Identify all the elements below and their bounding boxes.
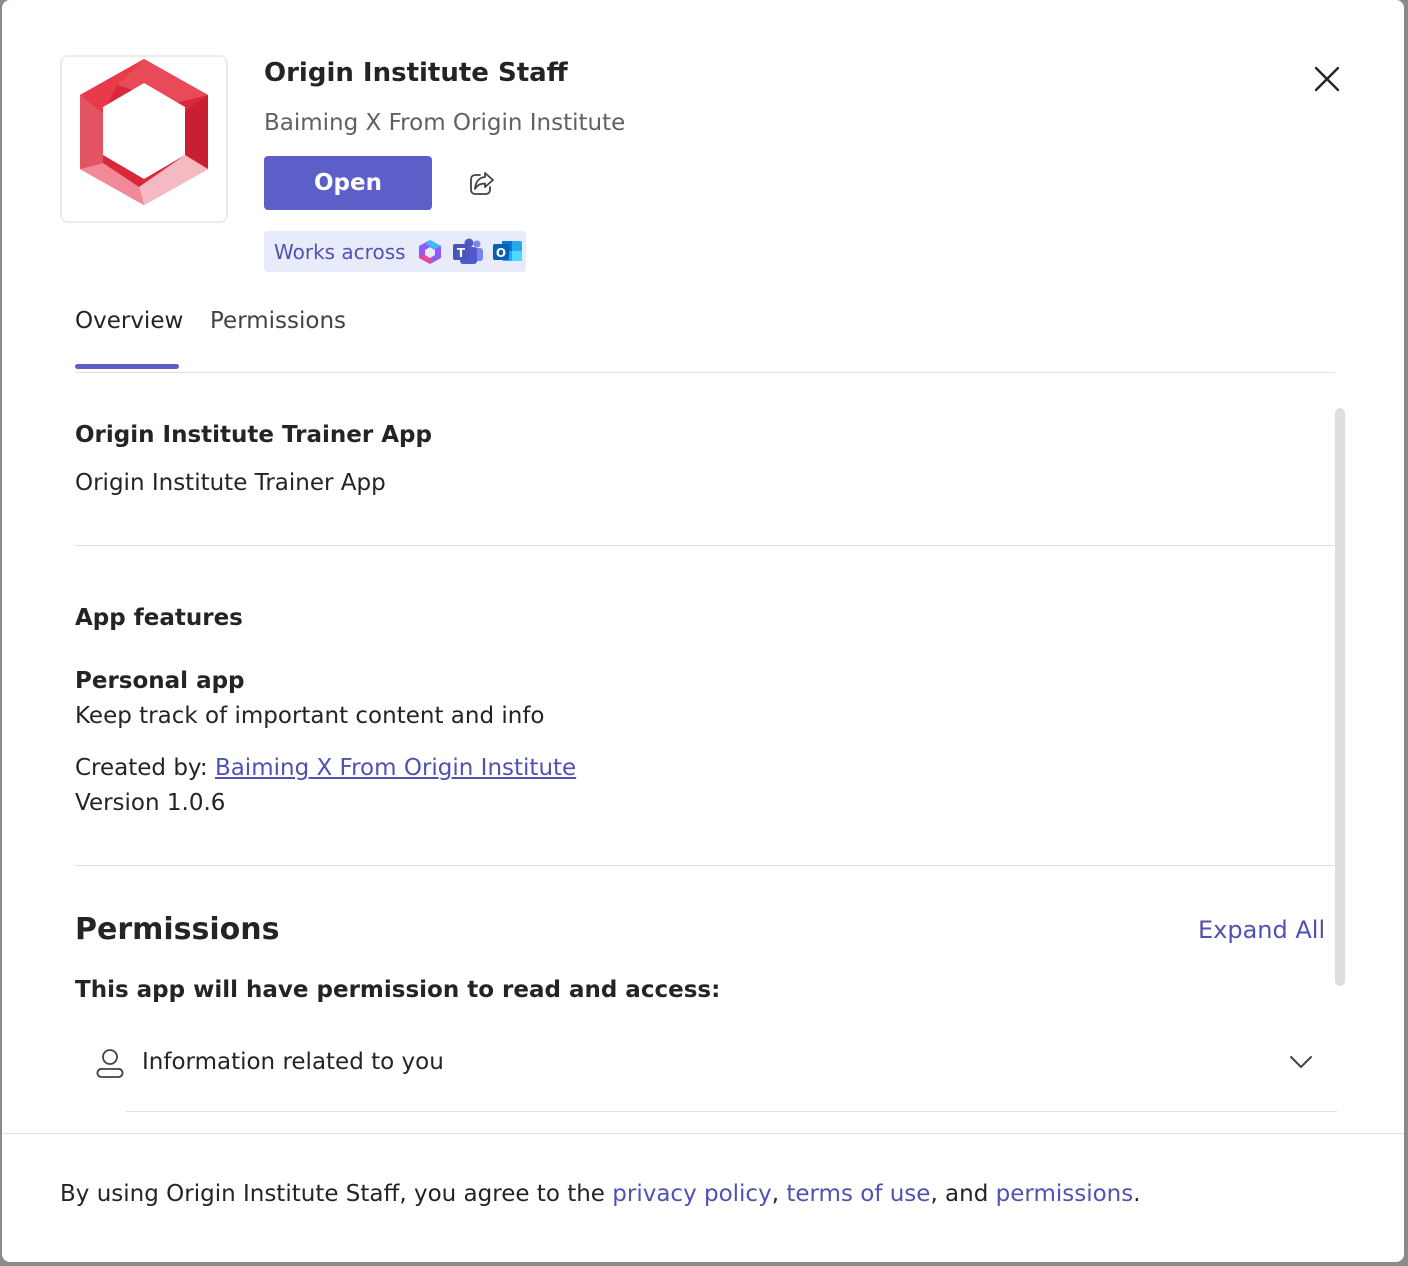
- app-title: Origin Institute Staff: [264, 58, 568, 88]
- app-publisher: Baiming X From Origin Institute: [264, 110, 626, 136]
- details-content[interactable]: Origin Institute Trainer App Origin Inst…: [75, 400, 1337, 1130]
- created-by-label: Created by:: [75, 755, 208, 781]
- works-across-badge: Works across T O: [264, 231, 526, 272]
- footer-divider: [2, 1133, 1404, 1134]
- privacy-policy-link[interactable]: privacy policy: [612, 1181, 771, 1207]
- permissions-link[interactable]: permissions: [996, 1181, 1134, 1207]
- footer-separator: , and: [930, 1181, 989, 1207]
- footer-prefix: By using Origin Institute Staff, you agr…: [60, 1181, 605, 1207]
- expand-all-button[interactable]: Expand All: [1198, 916, 1325, 944]
- outlook-icon: O: [492, 240, 522, 261]
- app-features-heading: App features: [75, 605, 243, 631]
- close-button[interactable]: [1308, 60, 1346, 98]
- app-logo-icon: [80, 59, 208, 205]
- created-by: Created by: Baiming X From Origin Instit…: [75, 755, 576, 781]
- chevron-down-icon: [1290, 1056, 1312, 1068]
- permissions-intro: This app will have permission to read an…: [75, 977, 721, 1003]
- footer-consent: By using Origin Institute Staff, you agr…: [60, 1181, 1141, 1207]
- permission-item[interactable]: Information related to you: [93, 1040, 1337, 1112]
- tab-overview[interactable]: Overview: [75, 308, 183, 334]
- tab-list: Overview Permissions: [75, 300, 1335, 373]
- terms-of-use-link[interactable]: terms of use: [786, 1181, 930, 1207]
- microsoft-365-icon: [418, 239, 441, 264]
- feature-name: Personal app: [75, 668, 245, 694]
- open-button[interactable]: Open: [264, 156, 432, 210]
- tab-permissions[interactable]: Permissions: [210, 308, 346, 334]
- app-description: Origin Institute Trainer App: [75, 470, 386, 496]
- permission-item-label: Information related to you: [142, 1049, 444, 1075]
- footer-separator: ,: [771, 1181, 780, 1207]
- section-divider: [75, 545, 1337, 546]
- permission-item-divider: [126, 1111, 1337, 1112]
- works-across-label: Works across: [274, 239, 406, 264]
- person-icon: [96, 1049, 124, 1078]
- permissions-heading: Permissions: [75, 912, 280, 947]
- footer-end: .: [1133, 1181, 1141, 1207]
- section-divider: [75, 865, 1337, 866]
- tab-selected-indicator: [75, 364, 179, 369]
- teams-icon: T: [452, 238, 483, 264]
- share-button[interactable]: [464, 166, 500, 200]
- svg-text:O: O: [495, 246, 505, 260]
- app-version: Version 1.0.6: [75, 790, 226, 816]
- app-details-dialog: Origin Institute Staff Baiming X From Or…: [2, 0, 1404, 1262]
- close-icon: [1314, 66, 1340, 92]
- app-description-heading: Origin Institute Trainer App: [75, 422, 432, 448]
- feature-description: Keep track of important content and info: [75, 703, 545, 729]
- publisher-link[interactable]: Baiming X From Origin Institute: [215, 755, 576, 781]
- content-scrollbar[interactable]: [1335, 408, 1345, 986]
- app-logo: [60, 55, 228, 223]
- svg-text:T: T: [456, 246, 465, 260]
- share-icon: [470, 172, 494, 195]
